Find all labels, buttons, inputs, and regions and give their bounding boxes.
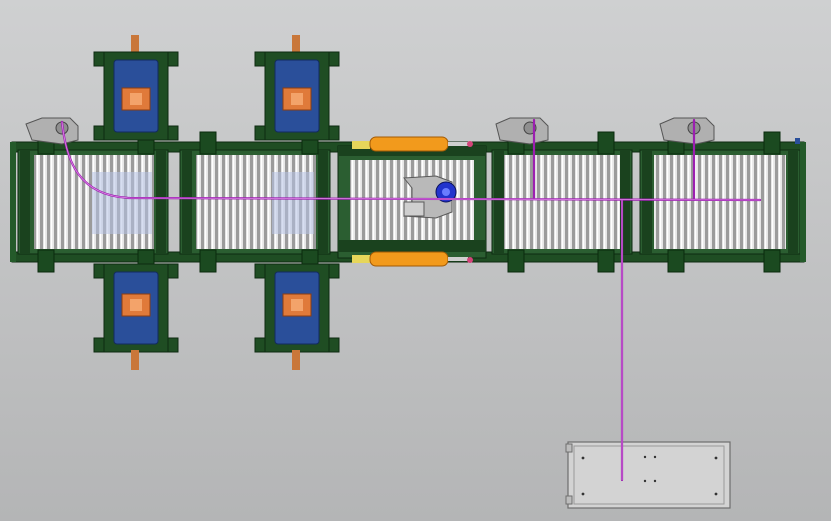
sensor-mid	[495, 117, 549, 145]
end-marker	[795, 138, 800, 144]
motor-unit-bottom-right	[254, 263, 340, 370]
sensor-left	[25, 117, 79, 145]
motor-unit-top-left	[93, 35, 179, 141]
sensor-right	[659, 117, 715, 145]
end-cap-left	[10, 142, 16, 262]
motor-unit-top-right	[254, 35, 340, 141]
control-cabinet	[565, 441, 731, 509]
motor-unit-bottom-left	[93, 263, 179, 370]
conveyor-layout-drawing	[10, 35, 806, 509]
gripper-mechanism	[403, 175, 457, 219]
end-cap-right	[800, 142, 806, 262]
cad-viewport[interactable]	[0, 0, 831, 521]
conveyor-section-4	[491, 149, 633, 255]
conveyor-section-5	[639, 149, 801, 255]
conveyor-section-1	[17, 149, 169, 255]
conveyor-section-2	[179, 149, 331, 255]
